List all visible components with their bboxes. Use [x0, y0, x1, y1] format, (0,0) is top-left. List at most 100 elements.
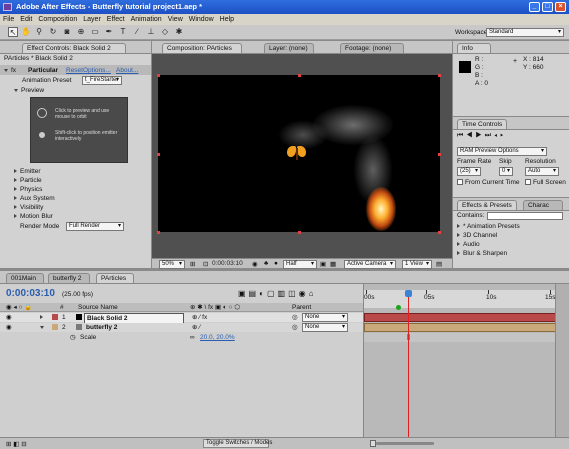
link-icon[interactable]: ∞	[190, 333, 195, 342]
menu-composition[interactable]: Composition	[35, 14, 80, 25]
preset-item-3d-channel[interactable]: 3D Channel	[457, 231, 497, 240]
tab-001main[interactable]: 001Main	[6, 273, 44, 283]
menu-help[interactable]: Help	[217, 14, 237, 25]
menu-animation[interactable]: Animation	[128, 14, 165, 25]
parent-header[interactable]: Parent	[292, 303, 311, 312]
skip-input[interactable]: 0	[499, 167, 513, 176]
group-emitter[interactable]: Emitter	[14, 167, 41, 176]
menu-layer[interactable]: Layer	[80, 14, 104, 25]
pixel-aspect-icon[interactable]: ▤	[436, 260, 442, 268]
from-current-checkbox[interactable]	[457, 179, 463, 185]
zoom-tool-icon[interactable]: ⚲	[34, 27, 44, 37]
snapshot-icon[interactable]: ◉	[252, 260, 258, 268]
timeline-switches-icons[interactable]: ▣▤◐▢▥◫◉⌂	[238, 289, 316, 298]
view-layout-select[interactable]: 1 View	[402, 260, 432, 269]
group-physics[interactable]: Physics	[14, 185, 42, 194]
timeline-timecode[interactable]: 0:00:03:10	[6, 288, 55, 299]
time-ruler[interactable]: 00s 05s 10s 15s	[364, 290, 556, 308]
tab-particles[interactable]: PArticles	[96, 273, 134, 283]
transparency-grid-icon[interactable]: ▦	[330, 260, 336, 268]
layer-row-2[interactable]: ◉ 2 butterfly 2 ⊕ ∕ ◎ None	[0, 323, 363, 332]
scale-property-row[interactable]: ◷ Scale ∞ 20.0, 20.0%	[0, 333, 363, 342]
playback-controls[interactable]: ⏮◀▶⏭◂▸	[457, 131, 506, 140]
visibility-eye-icon[interactable]: ◉	[6, 313, 12, 322]
brush-tool-icon[interactable]: ∕	[132, 27, 142, 37]
menu-edit[interactable]: Edit	[17, 14, 35, 25]
group-aux-system[interactable]: Aux System	[14, 194, 55, 203]
group-particle[interactable]: Particle	[14, 176, 42, 185]
comp-handle-br[interactable]	[438, 231, 441, 234]
tab-butterfly-2[interactable]: butterfly 2	[48, 273, 90, 283]
clone-tool-icon[interactable]: ⊥	[146, 27, 156, 37]
comp-frame[interactable]	[158, 75, 440, 232]
channel-icon[interactable]: ●	[274, 260, 278, 267]
mask-tool-icon[interactable]: ▭	[90, 27, 100, 37]
minimize-button[interactable]: _	[529, 2, 540, 12]
scale-value[interactable]: 20.0, 20.0%	[200, 333, 235, 342]
tab-footage[interactable]: Footage: (none)	[340, 43, 404, 53]
comp-handle-tc[interactable]	[298, 74, 301, 77]
reset-link[interactable]: Reset	[66, 66, 83, 75]
layer-2-parent-icon[interactable]: ◎	[292, 323, 298, 332]
preset-item-audio[interactable]: Audio	[457, 240, 480, 249]
group-motion-blur[interactable]: Motion Blur	[14, 212, 53, 221]
eraser-tool-icon[interactable]: ◇	[160, 27, 170, 37]
show-snapshot-icon[interactable]: ♣	[264, 260, 268, 267]
camera-select[interactable]: Active Camera	[344, 260, 396, 269]
layer-1-color-label[interactable]	[52, 314, 58, 320]
selection-tool-icon[interactable]: ↖	[8, 27, 18, 37]
group-visibility[interactable]: Visibility	[14, 203, 43, 212]
tab-character[interactable]: Charac	[523, 200, 563, 210]
pan-behind-tool-icon[interactable]: ⊕	[76, 27, 86, 37]
preview-toggle[interactable]: Preview	[14, 86, 44, 95]
tab-layer[interactable]: Layer: (none)	[264, 43, 314, 53]
layer-1-switches[interactable]: ⊕ ∕ fx	[192, 313, 207, 322]
layer-row-1[interactable]: ◉ 1 Black Solid 2 ⊕ ∕ fx ◎ None	[0, 313, 363, 324]
tab-time-controls[interactable]: Time Controls	[457, 119, 507, 129]
visibility-eye-icon[interactable]: ◉	[6, 323, 12, 332]
ram-preview-select[interactable]: RAM Preview Options	[457, 147, 547, 156]
grid-icon[interactable]: ⊡	[203, 260, 208, 268]
particular-preview-box[interactable]: Click to preview and use mouse to orbit …	[30, 97, 128, 163]
zoom-slider-track[interactable]	[376, 442, 434, 445]
about-link[interactable]: About...	[116, 66, 138, 75]
resolution-select[interactable]: Half	[283, 260, 317, 269]
stopwatch-icon[interactable]: ◷	[70, 333, 76, 342]
comp-handle-ml[interactable]	[157, 153, 160, 156]
preset-item-animation[interactable]: * Animation Presets	[457, 222, 520, 231]
hand-tool-icon[interactable]: ✋	[21, 27, 31, 37]
time-graph[interactable]: 00s 05s 10s 15s	[363, 284, 556, 449]
layer-2-expand[interactable]	[40, 323, 47, 332]
comp-timecode[interactable]: 0:00:03:10	[212, 260, 243, 267]
close-button[interactable]: ×	[555, 2, 566, 12]
resolution-preview-select[interactable]: Auto	[525, 167, 559, 176]
tab-effects-presets[interactable]: Effects & Presets	[457, 200, 517, 210]
effects-search-input[interactable]	[487, 212, 563, 220]
comp-handle-bc[interactable]	[298, 231, 301, 234]
layer-2-parent-select[interactable]: None	[302, 323, 348, 332]
butterfly-icon[interactable]	[287, 146, 307, 162]
layer-1-parent-select[interactable]: None	[302, 313, 348, 322]
toggle-switches-modes-button[interactable]: Toggle Switches / Modes	[203, 439, 272, 448]
options-link[interactable]: Options...	[83, 66, 111, 75]
render-mode-select[interactable]: Full Render	[66, 222, 124, 231]
comp-handle-mr[interactable]	[438, 153, 441, 156]
tab-effect-controls[interactable]: Effect Controls: Black Solid 2	[22, 43, 126, 53]
zoom-select[interactable]: 50%	[159, 260, 185, 269]
menu-file[interactable]: File	[0, 14, 17, 25]
workspace-select[interactable]: Standard	[486, 28, 564, 37]
menu-window[interactable]: Window	[186, 14, 217, 25]
footer-toggle-icons[interactable]: ⊞ ◧ ⊟	[6, 440, 27, 448]
layer-2-bar[interactable]	[364, 323, 556, 332]
tab-composition[interactable]: Composition: PArticles	[162, 43, 242, 53]
frame-rate-select[interactable]: (25)	[457, 167, 481, 176]
menu-effect[interactable]: Effect	[104, 14, 128, 25]
tab-info[interactable]: Info	[457, 43, 491, 53]
rotate-tool-icon[interactable]: ↻	[48, 27, 58, 37]
layer-1-parent-icon[interactable]: ◎	[292, 313, 298, 322]
animation-preset-select[interactable]: t_FireStarter	[82, 76, 122, 85]
layer-1-expand[interactable]	[40, 313, 46, 322]
zoom-slider-handle[interactable]	[370, 440, 376, 447]
fx-toggle-icon[interactable]: fx	[4, 66, 16, 75]
maximize-button[interactable]: □	[542, 2, 553, 12]
